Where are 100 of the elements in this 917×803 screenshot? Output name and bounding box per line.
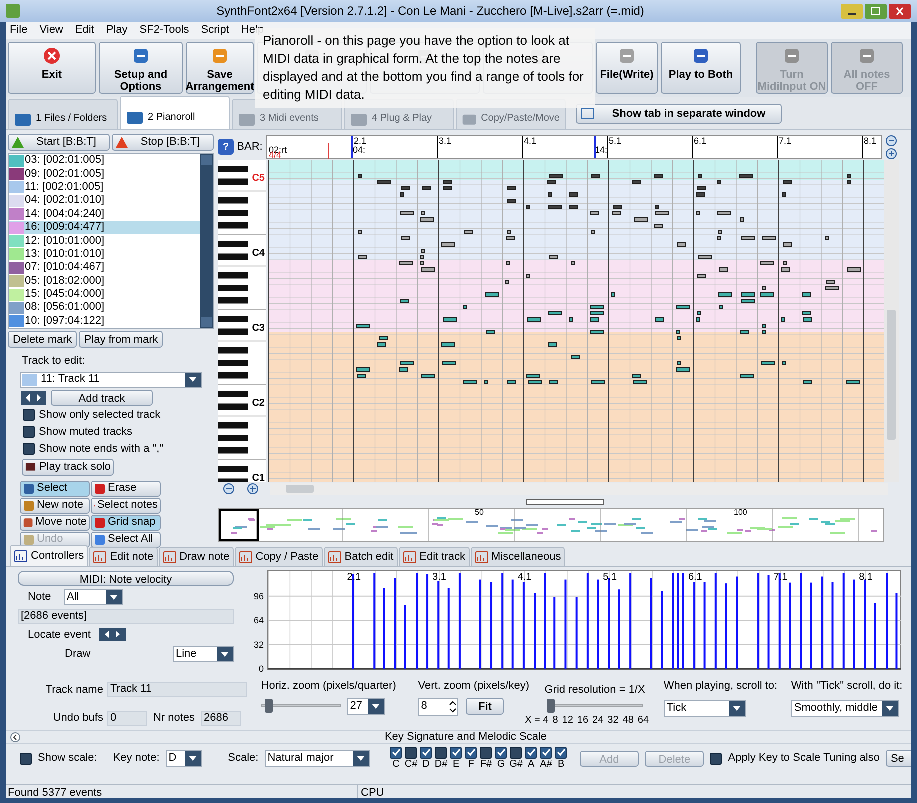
- stop-button[interactable]: Stop [B:B:T]: [112, 134, 214, 151]
- splitter-handle[interactable]: [526, 499, 604, 505]
- menu-item[interactable]: SF2-Tools: [140, 22, 190, 39]
- midi-note[interactable]: [506, 380, 516, 384]
- scale-note-checkbox[interactable]: [390, 746, 402, 758]
- vertical-scrollbar[interactable]: [884, 160, 899, 482]
- midi-note[interactable]: [698, 254, 712, 259]
- tab[interactable]: Edit note: [89, 547, 158, 566]
- toolbar-button[interactable]: Save Arrangement: [186, 42, 254, 94]
- mark-item[interactable]: 13: [010:01:010]: [9, 248, 200, 262]
- midi-note[interactable]: [441, 242, 455, 246]
- midi-note[interactable]: [377, 180, 392, 184]
- midi-note[interactable]: [632, 180, 642, 184]
- midi-note[interactable]: [526, 274, 530, 278]
- midi-note[interactable]: [441, 342, 455, 346]
- midi-note[interactable]: [357, 374, 366, 378]
- midi-note[interactable]: [590, 311, 604, 316]
- tab[interactable]: Miscellaneous: [470, 547, 566, 566]
- checkbox[interactable]: [710, 752, 722, 764]
- mark-item[interactable]: 12: [010:01:000]: [9, 234, 200, 248]
- scale-note-checkbox[interactable]: [540, 746, 552, 758]
- midi-note[interactable]: [740, 292, 754, 296]
- horizontal-scrollbar[interactable]: [270, 483, 888, 495]
- scale-button[interactable]: Se: [886, 750, 911, 767]
- slider-thumb[interactable]: [547, 698, 556, 712]
- slider-thumb[interactable]: [264, 699, 273, 713]
- tab[interactable]: 2 Pianoroll: [120, 96, 230, 129]
- scale-note-checkbox[interactable]: [555, 746, 568, 758]
- midi-note[interactable]: [548, 311, 562, 316]
- scale-note-checkbox[interactable]: [480, 746, 492, 758]
- midi-note[interactable]: [781, 317, 785, 322]
- delete-mark-button[interactable]: Delete mark: [8, 331, 78, 348]
- play-track-solo-button[interactable]: Play track solo: [22, 458, 114, 476]
- vert-zoom-spinner[interactable]: 8: [418, 698, 458, 716]
- midi-note[interactable]: [846, 267, 861, 272]
- scale-note-checkbox[interactable]: [510, 746, 522, 758]
- midi-note[interactable]: [443, 317, 457, 322]
- midi-note[interactable]: [719, 267, 728, 272]
- mark-item[interactable]: 14: [004:04:240]: [9, 208, 200, 221]
- midi-note[interactable]: [676, 304, 690, 309]
- zoom-in-icon[interactable]: [885, 148, 898, 160]
- midi-note[interactable]: [570, 261, 574, 266]
- spinner-arrows-icon[interactable]: [449, 700, 458, 714]
- midi-note[interactable]: [590, 230, 595, 234]
- menu-item[interactable]: View: [40, 22, 64, 39]
- midi-note[interactable]: [740, 217, 744, 222]
- minimize-icon[interactable]: [841, 4, 863, 18]
- midi-note[interactable]: [400, 361, 414, 366]
- checkbox[interactable]: [23, 443, 35, 456]
- tab[interactable]: Edit track: [398, 547, 470, 566]
- note-select[interactable]: All: [64, 589, 123, 606]
- midi-note[interactable]: [504, 280, 509, 284]
- mark-item[interactable]: 03: [002:01:005]: [9, 154, 200, 168]
- midi-note[interactable]: [526, 374, 540, 378]
- midi-note[interactable]: [718, 292, 732, 296]
- prev-next-arrows-icon[interactable]: [99, 628, 126, 642]
- bar-ruler[interactable]: 2.1 3.1 4.1 5.1 6.1 7.1 8.1 02:rt 04: 14: 4/4: [266, 135, 882, 159]
- key-note-select[interactable]: D: [166, 750, 202, 767]
- mark-item[interactable]: 05: [018:02:000]: [9, 274, 200, 288]
- midi-note[interactable]: [420, 211, 425, 216]
- controller-button[interactable]: MIDI: Note velocity: [18, 571, 234, 586]
- midi-note[interactable]: [420, 267, 435, 272]
- tool-button[interactable]: Move note: [20, 514, 90, 531]
- checkbox[interactable]: [23, 426, 35, 438]
- tool-button[interactable]: Select notes: [91, 498, 161, 514]
- midi-note[interactable]: [760, 292, 774, 296]
- midi-note[interactable]: [696, 211, 700, 216]
- track-select[interactable]: 11: Track 11: [20, 372, 202, 388]
- midi-note[interactable]: [570, 354, 580, 359]
- midi-note[interactable]: [527, 317, 541, 322]
- midi-note[interactable]: [762, 236, 776, 240]
- midi-note[interactable]: [802, 292, 812, 296]
- midi-note[interactable]: [676, 361, 681, 366]
- midi-note[interactable]: [356, 367, 370, 372]
- midi-note[interactable]: [486, 330, 494, 334]
- midi-note[interactable]: [824, 236, 828, 240]
- menu-item[interactable]: Help: [241, 22, 264, 39]
- midi-note[interactable]: [634, 217, 648, 222]
- midi-note[interactable]: [719, 304, 724, 309]
- slider[interactable]: [261, 699, 342, 713]
- viewport-frame[interactable]: [219, 509, 259, 541]
- midi-note[interactable]: [400, 211, 414, 216]
- midi-note[interactable]: [676, 367, 690, 372]
- help-button[interactable]: ?: [218, 139, 234, 155]
- menu-item[interactable]: Play: [106, 22, 128, 39]
- tab[interactable]: Controllers: [10, 545, 88, 566]
- midi-note[interactable]: [654, 224, 662, 228]
- scale-note-checkbox[interactable]: [495, 746, 508, 758]
- midi-note[interactable]: [698, 174, 702, 178]
- midi-note[interactable]: [632, 374, 642, 378]
- midi-note[interactable]: [463, 380, 478, 384]
- midi-note[interactable]: [526, 204, 530, 209]
- checkbox[interactable]: [23, 409, 35, 422]
- midi-note[interactable]: [824, 286, 838, 290]
- midi-note[interactable]: [549, 174, 564, 178]
- midi-note[interactable]: [762, 286, 766, 290]
- midi-note[interactable]: [398, 367, 408, 372]
- show-separate-window-button[interactable]: Show tab in separate window: [576, 104, 782, 124]
- midi-note[interactable]: [548, 342, 558, 346]
- midi-note[interactable]: [654, 174, 662, 178]
